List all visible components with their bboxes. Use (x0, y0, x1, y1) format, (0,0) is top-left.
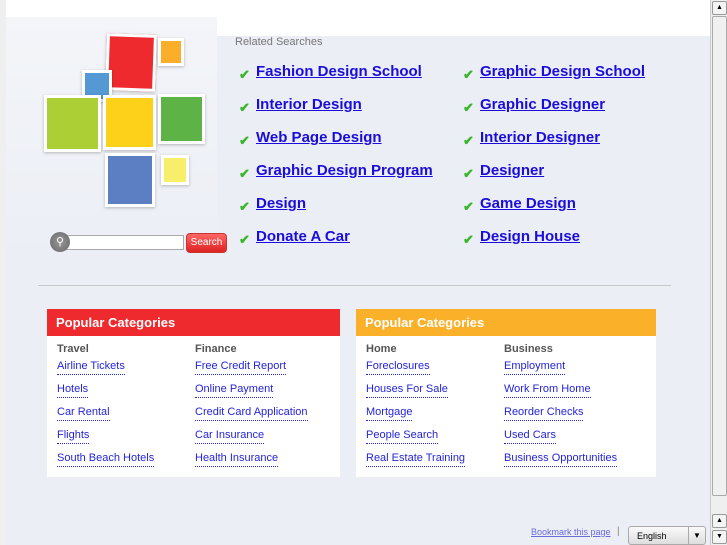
related-item: ✔ Web Page Design (239, 129, 433, 162)
related-link[interactable]: Interior Designer (480, 129, 600, 146)
category-column: Travel Airline Tickets Hotels Car Rental Fli… (57, 343, 155, 475)
related-link[interactable]: Donate A Car (256, 228, 350, 245)
related-link[interactable]: Game Design (480, 195, 576, 212)
related-item: ✔ Fashion Design School (239, 63, 433, 96)
category-link[interactable]: Credit Card Application (195, 406, 308, 421)
category-column: Finance Free Credit Report Online Payment C… (195, 343, 308, 475)
divider (38, 285, 671, 286)
check-icon: ✔ (463, 199, 474, 214)
related-link[interactable]: Graphic Design School (480, 63, 645, 80)
chevron-down-icon: ▼ (688, 527, 705, 544)
category-link[interactable]: Foreclosures (366, 360, 430, 375)
category-link[interactable]: Free Credit Report (195, 360, 287, 375)
popular-categories-box: Popular Categories Travel Airline Tickets H… (47, 309, 340, 477)
related-link[interactable]: Designer (480, 162, 544, 179)
related-link[interactable]: Graphic Designer (480, 96, 605, 113)
category-link[interactable]: Business Opportunities (504, 452, 618, 467)
related-item: ✔ Design House (463, 228, 645, 261)
category-link[interactable]: Used Cars (504, 429, 556, 444)
check-icon: ✔ (463, 100, 474, 115)
check-icon: ✔ (239, 100, 250, 115)
check-icon: ✔ (463, 232, 474, 247)
related-link[interactable]: Graphic Design Program (256, 162, 433, 179)
language-value: English (637, 531, 667, 541)
bookmark-link[interactable]: Bookmark this page (531, 527, 611, 537)
check-icon: ✔ (463, 67, 474, 82)
related-item: ✔ Graphic Designer (463, 96, 645, 129)
category-link[interactable]: Airline Tickets (57, 360, 125, 375)
check-icon: ✔ (463, 166, 474, 181)
category-link[interactable]: Hotels (57, 383, 89, 398)
related-item: ✔ Game Design (463, 195, 645, 228)
check-icon: ✔ (239, 67, 250, 82)
category-link[interactable]: Car Insurance (195, 429, 265, 444)
category-column: Business Employment Work From Home Reorder … (504, 343, 618, 475)
scrollbar[interactable]: ▲ ▲ ▼ (710, 0, 727, 545)
category-link[interactable]: Car Rental (57, 406, 110, 421)
check-icon: ✔ (239, 166, 250, 181)
related-searches-title: Related Searches (235, 36, 323, 48)
category-column: Home Foreclosures Houses For Sale Mortgage P… (366, 343, 466, 475)
category-link[interactable]: Online Payment (195, 383, 274, 398)
category-heading: Finance (195, 343, 237, 355)
scroll-down-icon[interactable]: ▼ (712, 530, 727, 544)
category-link[interactable]: Houses For Sale (366, 383, 448, 398)
check-icon: ✔ (239, 199, 250, 214)
related-link[interactable]: Web Page Design (256, 129, 382, 146)
related-link[interactable]: Design House (480, 228, 580, 245)
category-header: Popular Categories (47, 309, 340, 336)
category-link[interactable]: Employment (504, 360, 566, 375)
related-link[interactable]: Fashion Design School (256, 63, 422, 80)
related-left-column: ✔ Fashion Design School ✔ Interior Design ✔ W… (239, 63, 433, 261)
search-button[interactable]: Search (186, 233, 227, 253)
scroll-up-icon[interactable]: ▲ (712, 514, 727, 528)
category-heading: Business (504, 343, 553, 355)
category-link[interactable]: Real Estate Training (366, 452, 466, 467)
related-right-column: ✔ Graphic Design School ✔ Graphic Designer ✔… (463, 63, 645, 261)
related-link[interactable]: Interior Design (256, 96, 362, 113)
category-link[interactable]: Mortgage (366, 406, 413, 421)
check-icon: ✔ (463, 133, 474, 148)
category-heading: Travel (57, 343, 89, 355)
top-band-right (217, 17, 710, 36)
scroll-up-icon[interactable]: ▲ (712, 1, 727, 15)
top-band (6, 0, 710, 17)
category-header: Popular Categories (356, 309, 656, 336)
related-item: ✔ Graphic Design School (463, 63, 645, 96)
related-item: ✔ Donate A Car (239, 228, 433, 261)
check-icon: ✔ (239, 133, 250, 148)
category-link[interactable]: South Beach Hotels (57, 452, 155, 467)
check-icon: ✔ (239, 232, 250, 247)
related-item: ✔ Interior Design (239, 96, 433, 129)
popular-categories-box: Popular Categories Home Foreclosures Houses… (356, 309, 656, 477)
related-item: ✔ Design (239, 195, 433, 228)
magnifier-icon: ⚲ (50, 232, 70, 252)
related-link[interactable]: Design (256, 195, 306, 212)
page: Related Searches ✔ Fashion Design School ✔… (0, 0, 710, 545)
category-link[interactable]: Reorder Checks (504, 406, 584, 421)
category-link[interactable]: Flights (57, 429, 90, 444)
search-input[interactable] (66, 235, 184, 250)
language-select[interactable]: English ▼ (628, 526, 706, 545)
separator: | (617, 526, 620, 537)
related-item: ✔ Designer (463, 162, 645, 195)
category-heading: Home (366, 343, 397, 355)
category-link[interactable]: Health Insurance (195, 452, 279, 467)
scrollbar-thumb[interactable] (712, 16, 727, 496)
related-item: ✔ Interior Designer (463, 129, 645, 162)
related-item: ✔ Graphic Design Program (239, 162, 433, 195)
logo (6, 17, 217, 267)
category-link[interactable]: Work From Home (504, 383, 591, 398)
category-link[interactable]: People Search (366, 429, 439, 444)
